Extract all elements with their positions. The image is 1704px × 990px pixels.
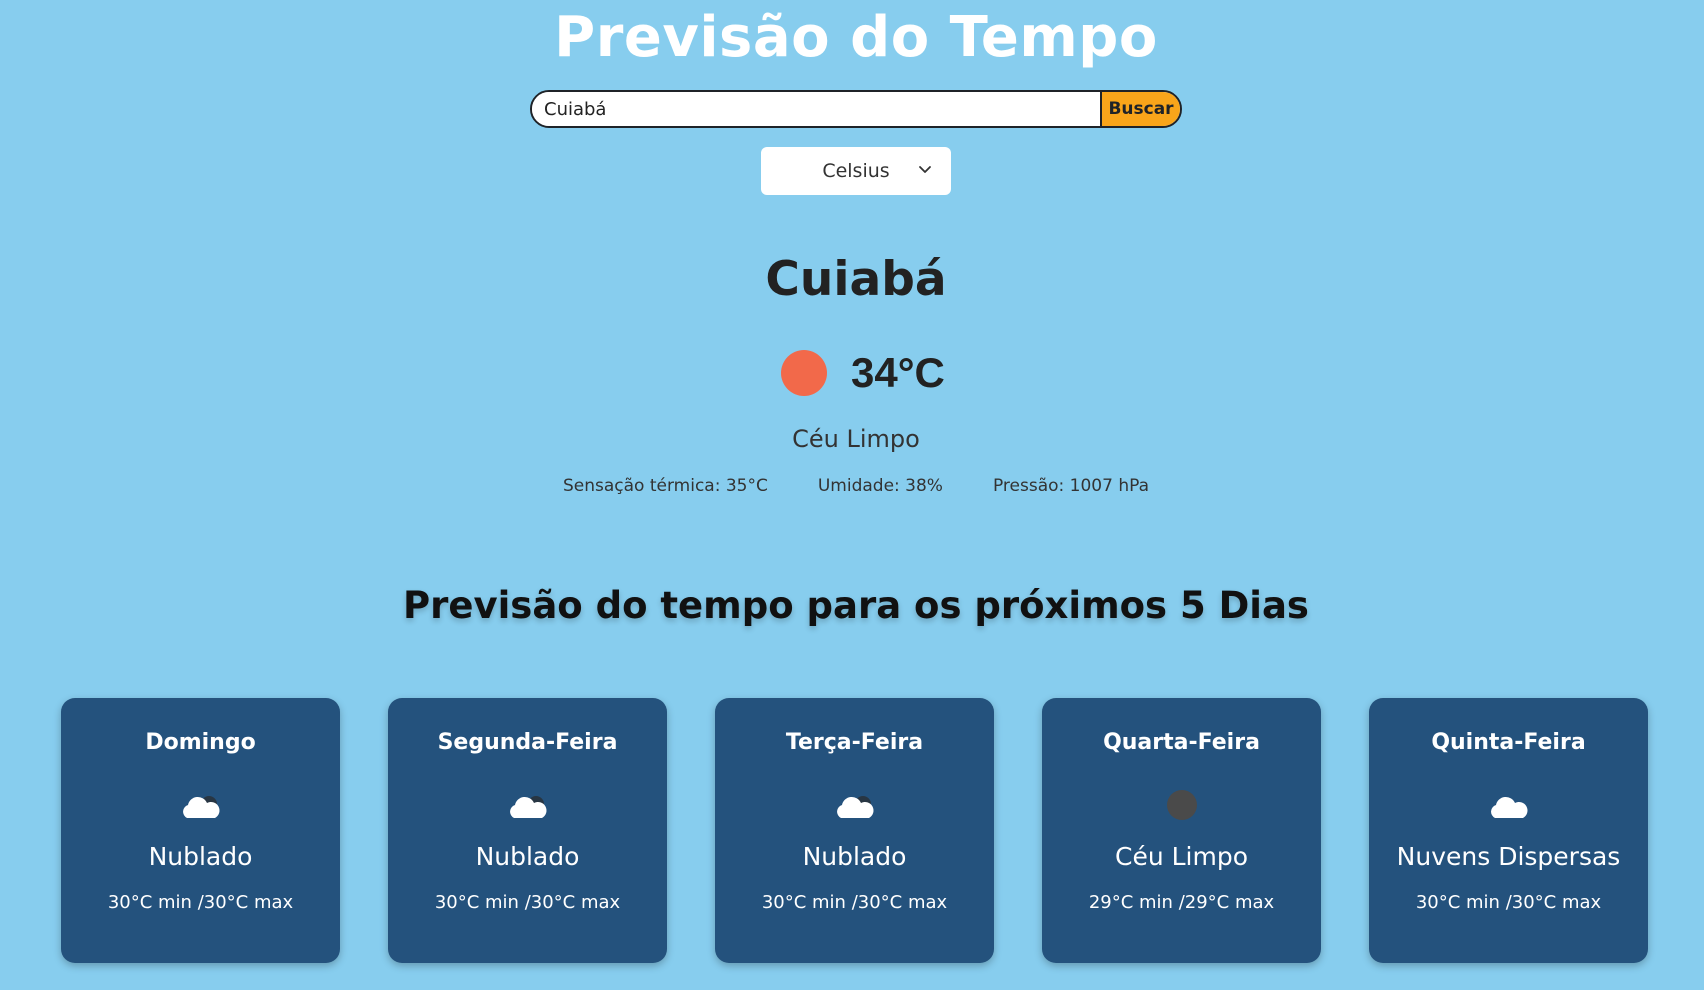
cloud-icon — [836, 796, 873, 818]
page-title: Previsão do Tempo — [554, 5, 1158, 70]
cloud-icon — [1490, 796, 1527, 818]
forecast-temps: 30°C min /30°C max — [761, 892, 948, 913]
sun-icon — [781, 350, 827, 396]
search-button[interactable]: Buscar — [1100, 92, 1180, 126]
forecast-day: Quarta-Feira — [1103, 730, 1260, 755]
current-temperature: 34°C — [851, 349, 945, 396]
forecast-day: Domingo — [145, 730, 256, 755]
forecast-condition: Nuvens Dispersas — [1396, 842, 1621, 871]
forecast-condition: Nublado — [475, 842, 580, 871]
forecast-day: Segunda-Feira — [437, 730, 618, 755]
forecast-condition: Céu Limpo — [1114, 842, 1249, 871]
weather-details: Sensação térmica: 35°C Umidade: 38% Pres… — [0, 476, 1704, 496]
unit-select-value: Celsius — [822, 160, 890, 182]
forecast-card: Terça-Feira Nublado 30°C min /30°C max — [715, 698, 994, 963]
forecast-day: Quinta-Feira — [1431, 730, 1586, 755]
weather-page: Previsão do Tempo Buscar Celsius Cuiabá … — [0, 0, 1704, 990]
moon-icon — [1166, 790, 1197, 820]
current-temperature-row: 34°C — [781, 345, 945, 401]
forecast-card: Quarta-Feira Céu Limpo 29°C min /29°C ma… — [1042, 698, 1321, 963]
current-condition: Céu Limpo — [792, 425, 920, 453]
forecast-condition: Nublado — [802, 842, 907, 871]
search-bar: Buscar — [530, 90, 1182, 128]
forecast-cards: Domingo Nublado 30°C min /30°C max Segun… — [61, 698, 1648, 963]
forecast-temps: 29°C min /29°C max — [1088, 892, 1275, 913]
forecast-title: Previsão do tempo para os próximos 5 Dia… — [403, 584, 1309, 627]
humidity: Umidade: 38% — [817, 476, 943, 496]
forecast-card: Segunda-Feira Nublado 30°C min /30°C max — [388, 698, 667, 963]
chevron-down-icon — [919, 166, 931, 173]
unit-select[interactable]: Celsius — [761, 147, 951, 195]
city-name: Cuiabá — [765, 252, 947, 307]
forecast-temps: 30°C min /30°C max — [107, 892, 294, 913]
search-input[interactable] — [532, 92, 1100, 126]
forecast-temps: 30°C min /30°C max — [1415, 892, 1602, 913]
forecast-card: Quinta-Feira Nuvens Dispersas 30°C min /… — [1369, 698, 1648, 963]
forecast-temps: 30°C min /30°C max — [434, 892, 621, 913]
cloud-icon — [182, 796, 219, 818]
pressure: Pressão: 1007 hPa — [992, 476, 1150, 496]
forecast-condition: Nublado — [148, 842, 253, 871]
cloud-icon — [509, 796, 546, 818]
feels-like: Sensação térmica: 35°C — [562, 476, 768, 496]
forecast-day: Terça-Feira — [785, 730, 924, 755]
forecast-card: Domingo Nublado 30°C min /30°C max — [61, 698, 340, 963]
